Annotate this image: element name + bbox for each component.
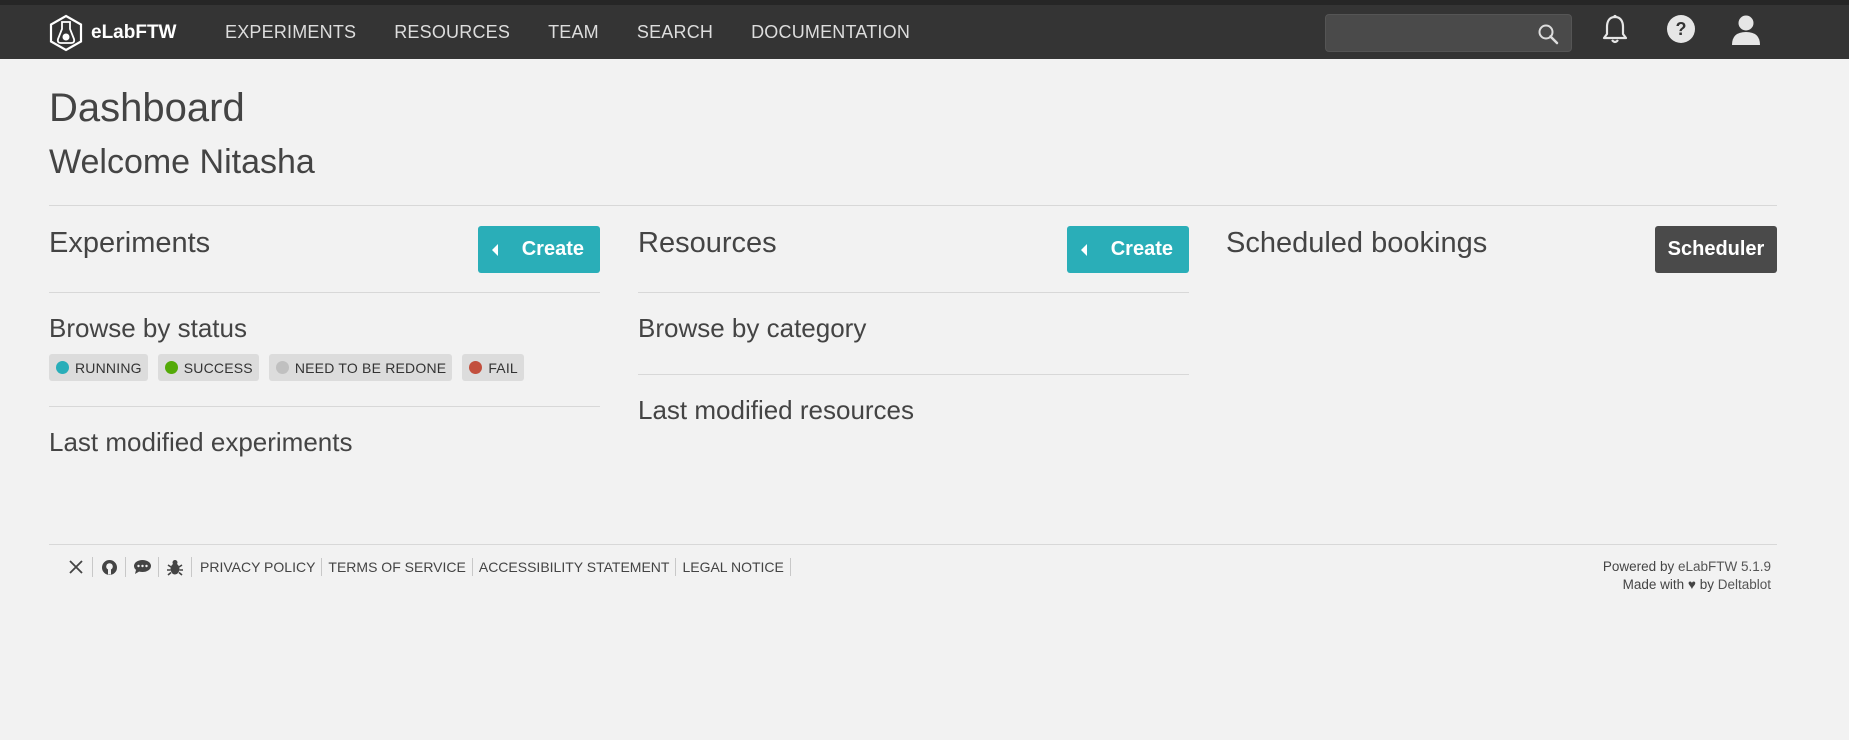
status-badge-success[interactable]: SUCCESS	[157, 354, 259, 381]
caret-left-icon	[492, 244, 498, 256]
status-label: SUCCESS	[183, 359, 253, 376]
scheduler-button[interactable]: Scheduler	[1655, 226, 1777, 273]
status-dot	[275, 361, 289, 374]
bookings-panel: Scheduled bookings Scheduler	[1226, 226, 1777, 293]
last-modified-resources-title: Last modified resources	[638, 395, 915, 425]
legal-notice-link[interactable]: LEGAL NOTICE	[676, 558, 791, 576]
made-with-by: by	[1695, 577, 1718, 592]
bell-icon[interactable]	[1601, 14, 1629, 46]
status-label: RUNNING	[75, 359, 142, 376]
footer-credits: Powered by eLabFTW 5.1.9 Made with ♥ by …	[1603, 558, 1771, 594]
status-dot	[56, 361, 69, 374]
footer-divider	[49, 544, 1777, 545]
page-title: Dashboard	[49, 86, 245, 130]
divider	[49, 205, 1777, 206]
last-modified-resources-section: Last modified resources	[638, 375, 1189, 426]
deltablot-link[interactable]: Deltablot	[1718, 577, 1771, 592]
bookings-title: Scheduled bookings	[1226, 227, 1488, 259]
x-twitter-icon[interactable]	[60, 557, 93, 577]
last-modified-experiments-section: Last modified experiments	[49, 407, 600, 458]
powered-by-prefix: Powered by	[1602, 559, 1678, 574]
search-input[interactable]	[1326, 15, 1526, 51]
powered-by: Powered by eLabFTW 5.1.9	[1603, 558, 1771, 576]
search-icon[interactable]	[1537, 23, 1559, 45]
elabftw-logo-icon	[49, 14, 83, 52]
status-badge-running[interactable]: RUNNING	[49, 354, 148, 381]
browse-by-category-section: Browse by category	[638, 293, 1189, 375]
made-with-prefix: Made with	[1622, 577, 1688, 592]
privacy-policy-link[interactable]: PRIVACY POLICY	[194, 558, 323, 576]
bug-icon[interactable]	[159, 557, 192, 577]
nav-search[interactable]: SEARCH	[637, 22, 713, 43]
welcome-message: Welcome Nitasha	[49, 143, 315, 181]
elabftw-version-link[interactable]: eLabFTW 5.1.9	[1678, 559, 1771, 574]
bookings-header: Scheduled bookings Scheduler	[1226, 226, 1777, 293]
brand-name: eLabFTW	[91, 22, 177, 43]
accessibility-statement-link[interactable]: ACCESSIBILITY STATEMENT	[473, 558, 677, 576]
nav-resources[interactable]: RESOURCES	[394, 22, 510, 43]
user-icon[interactable]	[1731, 14, 1761, 46]
brand-logo[interactable]: eLabFTW	[47, 13, 177, 53]
browse-by-status-section: Browse by status RUNNING SUCCESS NEED TO…	[49, 293, 600, 407]
browse-by-status-title: Browse by status	[49, 313, 247, 343]
github-icon[interactable]	[93, 557, 126, 577]
search-box	[1325, 14, 1572, 52]
experiments-title: Experiments	[49, 227, 211, 259]
resources-header: Resources Create	[638, 226, 1189, 293]
create-resource-label: Create	[1110, 238, 1173, 260]
experiments-panel: Experiments Create Browse by status RUNN…	[49, 226, 600, 458]
nav-documentation[interactable]: DOCUMENTATION	[751, 22, 910, 43]
resources-title: Resources	[638, 227, 777, 259]
svg-text:?: ?	[1676, 19, 1687, 39]
create-resource-button[interactable]: Create	[1067, 226, 1189, 273]
footer-links: PRIVACY POLICY TERMS OF SERVICE ACCESSIB…	[60, 556, 791, 578]
create-experiment-button[interactable]: Create	[478, 226, 600, 273]
caret-left-icon	[1081, 244, 1087, 256]
status-dot	[164, 361, 178, 374]
create-experiment-label: Create	[521, 238, 584, 260]
status-dot	[469, 361, 483, 374]
status-list: RUNNING SUCCESS NEED TO BE REDONE FAIL	[49, 354, 600, 381]
made-with: Made with ♥ by Deltablot	[1603, 576, 1771, 594]
help-icon[interactable]: ?	[1666, 14, 1696, 44]
status-badge-need-to-be-redone[interactable]: NEED TO BE REDONE	[268, 354, 453, 381]
browse-by-category-title: Browse by category	[638, 313, 867, 343]
experiments-header: Experiments Create	[49, 226, 600, 293]
status-label: FAIL	[488, 359, 518, 376]
terms-of-service-link[interactable]: TERMS OF SERVICE	[322, 558, 473, 576]
last-modified-experiments-title: Last modified experiments	[49, 427, 353, 457]
chat-icon[interactable]	[126, 557, 159, 577]
top-navbar: eLabFTW EXPERIMENTS RESOURCES TEAM SEARC…	[0, 0, 1849, 59]
main-nav: EXPERIMENTS RESOURCES TEAM SEARCH DOCUME…	[225, 5, 948, 59]
resources-panel: Resources Create Browse by category Last…	[638, 226, 1189, 426]
nav-team[interactable]: TEAM	[548, 22, 599, 43]
status-badge-fail[interactable]: FAIL	[462, 354, 524, 381]
nav-experiments[interactable]: EXPERIMENTS	[225, 22, 356, 43]
status-label: NEED TO BE REDONE	[294, 359, 447, 376]
heart-icon: ♥	[1687, 577, 1696, 592]
